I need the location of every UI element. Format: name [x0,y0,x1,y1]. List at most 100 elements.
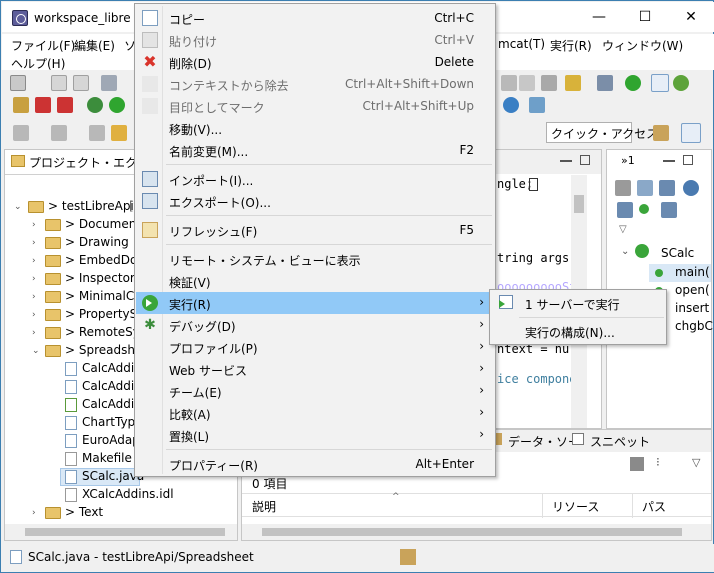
menu-item-copy[interactable]: コピー Ctrl+C [136,7,494,29]
menu-item-import[interactable]: インポート(I)... [136,168,494,190]
tree-file-row-selected[interactable]: SCalc.java [60,468,144,486]
editor-vscroll-thumb[interactable] [574,195,584,213]
menu-item-move[interactable]: 移動(V)... [136,117,494,139]
menu-item-remove-from-context[interactable]: コンテキストから除去 Ctrl+Alt+Shift+Down [136,73,494,95]
expanded-arrow-icon[interactable]: ⌄ [621,246,629,257]
public-filter-icon[interactable] [639,204,649,214]
menu-item-profile[interactable]: プロファイル(P) › [136,336,494,358]
new-icon[interactable] [10,75,26,91]
code-line-1[interactable]: ngle; [497,177,533,191]
tab-data-source[interactable]: データ・ソー [508,433,580,450]
submenu-item-run-on-server[interactable]: 1 サーバーで実行 [491,292,665,314]
menu-item-replace[interactable]: 置換(L) › [136,424,494,446]
tool-icon-2b[interactable] [35,97,51,113]
tool-icon-2c[interactable] [57,97,73,113]
dropdown-icon[interactable]: ▽ [692,456,700,469]
menu-item-refresh[interactable]: リフレッシュ(F) F5 [136,219,494,241]
run-toolbar-icon[interactable] [109,97,125,113]
tool-icon-2d[interactable] [529,97,545,113]
spring-icon[interactable] [673,75,689,91]
menu-tomcat[interactable]: mcat(T) [498,37,545,51]
code-line-2[interactable]: tring args[ [497,251,576,265]
menu-item-rename[interactable]: 名前変更(M)... F2 [136,139,494,161]
tool-icon[interactable] [101,75,117,91]
outline-member[interactable]: chgbC [675,319,713,333]
outline-class-name[interactable]: SCalc [661,246,694,260]
collapsed-arrow-icon[interactable]: › [32,508,42,518]
debug-toolbar-icon[interactable] [87,97,103,113]
problems-hscrollbar[interactable] [242,524,711,540]
menu-window[interactable]: ウィンドウ(W) [602,37,683,54]
local-types-icon[interactable] [661,202,677,218]
editor-maximize-icon[interactable] [580,155,590,165]
toolbar-icon-b[interactable] [519,75,535,91]
toolbar-icon-a[interactable] [501,75,517,91]
filter-icon[interactable] [630,457,644,471]
server-start-icon[interactable] [625,75,641,91]
menu-item-properties[interactable]: プロパティー(R) Alt+Enter [136,453,494,475]
menu-help[interactable]: ヘルプ(H) [11,55,65,72]
menu-item-team[interactable]: チーム(E) › [136,380,494,402]
outline-maximize-icon[interactable] [683,155,693,165]
outline-tool-icon[interactable] [615,180,631,196]
status-icon[interactable] [400,549,416,565]
project-explorer-tab[interactable]: プロジェクト・エクスプ [5,150,161,174]
outline-overflow-tab[interactable]: »1 [621,154,635,167]
outline-member[interactable]: main( [675,265,710,279]
menu-run[interactable]: 実行(R) [550,37,592,54]
collapsed-arrow-icon[interactable]: › [32,328,42,338]
collapsed-arrow-icon[interactable]: › [32,310,42,320]
explorer-hscroll-thumb[interactable] [25,528,225,536]
menu-item-compare[interactable]: 比較(A) › [136,402,494,424]
toolbar-icon-e[interactable] [597,75,613,91]
column-resource[interactable]: リソース [552,498,599,515]
hide-fields-icon[interactable] [683,180,699,196]
minimize-button[interactable]: — [576,2,622,32]
view-menu-icon[interactable]: ▽ [619,224,627,235]
menu-item-web-services[interactable]: Web サービス › [136,358,494,380]
menu-item-run[interactable]: 実行(R) › [136,292,494,314]
save-icon[interactable] [51,75,67,91]
menu-item-paste[interactable]: 貼り付け Ctrl+V [136,29,494,51]
outline-minimize-icon[interactable] [663,160,675,162]
editor-minimize-icon[interactable] [560,160,572,162]
expanded-arrow-icon[interactable]: ⌄ [32,346,42,356]
menu-item-mark-as-landmark[interactable]: 目印としてマーク Ctrl+Alt+Shift+Up [136,95,494,117]
menu-edit[interactable]: 編集(E) [74,37,115,54]
collapse-all-icon[interactable] [637,180,653,196]
nav-icon-b[interactable] [51,125,67,141]
java-perspective-icon[interactable] [681,123,701,143]
submenu-item-run-configurations[interactable]: 実行の構成(N)... [491,320,665,342]
column-description[interactable]: 説明 [252,498,276,515]
nav-icon-a[interactable] [13,125,29,141]
collapsed-arrow-icon[interactable]: › [32,292,42,302]
nav-icon-c[interactable] [89,125,105,141]
tool-icon-2a[interactable] [13,97,29,113]
maximize-button[interactable]: ☐ [622,2,668,32]
hide-static-icon[interactable] [617,202,633,218]
close-button[interactable]: ✕ [668,2,714,32]
collapsed-arrow-icon[interactable]: › [32,238,42,248]
toolbar-icon-c[interactable] [541,75,557,91]
collapsed-arrow-icon[interactable]: › [32,220,42,230]
collapsed-arrow-icon[interactable]: › [32,274,42,284]
expanded-arrow-icon[interactable]: ⌄ [14,202,24,212]
sort-icon[interactable] [659,180,675,196]
menu-item-validate[interactable]: 検証(V) [136,270,494,292]
menu-item-delete[interactable]: ✖ 削除(D) Delete [136,51,494,73]
tab-snippets[interactable]: スニペット [590,433,650,450]
menu-file[interactable]: ファイル(F) [11,37,75,54]
outline-member[interactable]: open( [675,283,710,297]
menu-item-export[interactable]: エクスポート(O)... [136,190,494,212]
back-icon[interactable] [111,125,127,141]
problems-hscroll-thumb[interactable] [262,528,682,536]
code-line-5[interactable]: ice compone [497,372,576,386]
open-perspective-icon[interactable] [653,125,669,141]
column-path[interactable]: パス [642,498,666,515]
collapsed-arrow-icon[interactable]: › [32,256,42,266]
explorer-hscrollbar[interactable] [5,524,237,540]
quick-access-field[interactable]: クイック・アクセス [546,122,658,143]
perspective-icon[interactable] [651,74,669,92]
globe-icon[interactable] [503,97,519,113]
toolbar-icon-d[interactable] [565,75,581,91]
